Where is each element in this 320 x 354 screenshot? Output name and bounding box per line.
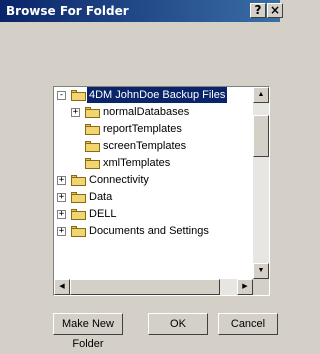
ok-button[interactable]: OK (148, 313, 208, 335)
tree-item-label[interactable]: Documents and Settings (87, 223, 211, 239)
window-title: Browse For Folder (6, 4, 129, 18)
tree-item-label[interactable]: normalDatabases (101, 104, 191, 120)
horizontal-scrollbar[interactable]: ◀ ▶ (54, 279, 253, 295)
cancel-button[interactable]: Cancel (218, 313, 278, 335)
close-button[interactable]: × (267, 3, 283, 18)
folder-icon (71, 175, 86, 186)
scroll-left-icon[interactable]: ◀ (54, 279, 70, 295)
folder-icon (71, 209, 86, 220)
folder-icon (71, 226, 86, 237)
tree-item-label[interactable]: reportTemplates (101, 121, 184, 137)
expand-icon[interactable]: + (71, 108, 80, 117)
vertical-scrollbar[interactable]: ▲ ▼ (253, 87, 269, 279)
tree-item-label[interactable]: 4DM JohnDoe Backup Files (87, 87, 228, 103)
expand-icon[interactable]: + (57, 227, 66, 236)
folder-icon (85, 141, 100, 152)
tree-item-label[interactable]: Connectivity (87, 172, 151, 188)
folder-tree[interactable]: - 4DM JohnDoe Backup Files + normalDatab… (53, 86, 270, 296)
folder-open-icon (71, 90, 86, 101)
folder-icon (85, 107, 100, 118)
make-new-folder-button[interactable]: Make New Folder (53, 313, 123, 350)
scrollbar-corner (253, 279, 269, 295)
scroll-down-icon[interactable]: ▼ (253, 263, 269, 279)
horizontal-scroll-thumb[interactable] (70, 279, 220, 295)
folder-icon (71, 192, 86, 203)
tree-item-label[interactable]: Data (87, 189, 114, 205)
scroll-right-icon[interactable]: ▶ (237, 279, 253, 295)
tree-item-label[interactable]: xmlTemplates (101, 155, 172, 171)
help-button[interactable]: ? (250, 3, 266, 18)
scroll-up-icon[interactable]: ▲ (253, 87, 269, 103)
expand-icon[interactable]: + (57, 193, 66, 202)
expand-icon[interactable]: + (57, 210, 66, 219)
tree-item-label[interactable]: DELL (87, 206, 119, 222)
tree-item-label[interactable]: screenTemplates (101, 138, 188, 154)
expand-icon[interactable]: + (57, 176, 66, 185)
folder-icon (85, 158, 100, 169)
collapse-icon[interactable]: - (57, 91, 66, 100)
title-bar[interactable]: Browse For Folder ? × (0, 0, 283, 22)
vertical-scroll-thumb[interactable] (253, 115, 269, 157)
folder-icon (85, 124, 100, 135)
